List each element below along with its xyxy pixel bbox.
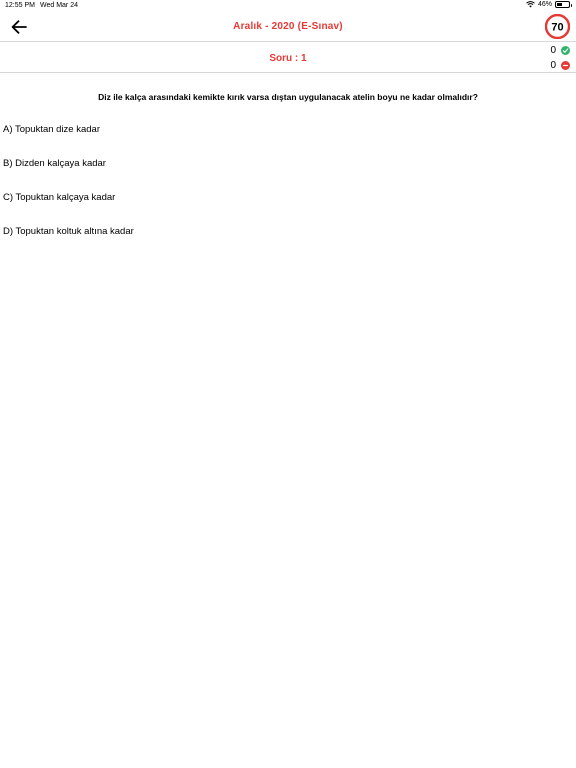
correct-count: 0 <box>550 45 556 56</box>
status-date: Wed Mar 24 <box>40 2 78 9</box>
speed-limit-badge[interactable]: 70 <box>544 13 571 40</box>
option-c[interactable]: C) Topuktan kalçaya kadar <box>3 192 134 226</box>
correct-score: 0 <box>550 45 570 56</box>
wrong-count: 0 <box>550 60 556 71</box>
status-time: 12:55 PM <box>5 2 35 9</box>
option-b[interactable]: B) Dizden kalçaya kadar <box>3 158 134 192</box>
option-a[interactable]: A) Topuktan dize kadar <box>3 124 134 158</box>
wifi-icon <box>526 1 535 8</box>
page-title: Aralık - 2020 (E-Sınav) <box>233 21 343 32</box>
status-indicators: 46% <box>526 1 572 8</box>
minus-icon <box>561 61 570 70</box>
battery-icon <box>555 1 572 8</box>
question-header: Soru : 1 0 0 <box>0 43 576 73</box>
answer-options: A) Topuktan dize kadar B) Dizden kalçaya… <box>3 124 134 260</box>
speed-limit-value: 70 <box>551 21 563 33</box>
wrong-score: 0 <box>550 60 570 71</box>
status-bar: 12:55 PM Wed Mar 24 46% <box>0 0 576 12</box>
speed-limit-icon: 70 <box>544 13 571 40</box>
battery-fill <box>557 3 563 6</box>
question-text: Diz ile kalça arasındaki kemikte kırık v… <box>98 92 478 102</box>
option-d[interactable]: D) Topuktan koltuk altına kadar <box>3 226 134 260</box>
question-number: Soru : 1 <box>269 53 307 64</box>
check-icon <box>561 46 570 55</box>
battery-percent: 46% <box>537 1 552 8</box>
header-bar: Aralık - 2020 (E-Sınav) 70 <box>0 12 576 42</box>
